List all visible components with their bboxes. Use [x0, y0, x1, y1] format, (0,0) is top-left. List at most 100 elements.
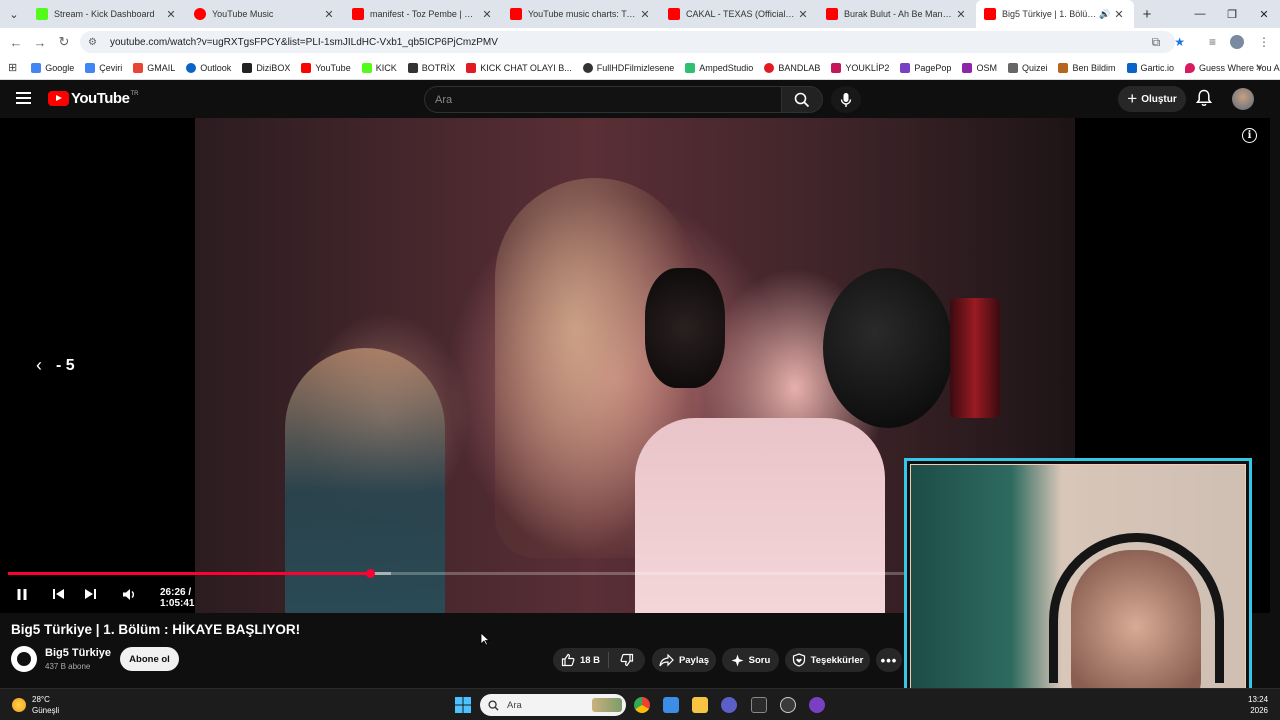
bookmark-gmail[interactable]: GMAIL	[133, 62, 175, 73]
forward-icon[interactable]: →	[28, 35, 52, 50]
youtube-logo[interactable]: YouTube TR	[48, 90, 138, 107]
bookmark-label: KICK CHAT OLAYI B...	[480, 62, 572, 73]
tab-close-icon[interactable]: ✕	[480, 8, 494, 21]
bookmark-label: PagePop	[914, 62, 952, 73]
tab-close-icon[interactable]: ✕	[1112, 8, 1126, 21]
tab-title: YouTube Music	[212, 9, 274, 19]
channel-avatar[interactable]	[11, 646, 37, 672]
pause-button[interactable]	[14, 582, 30, 606]
dislike-button[interactable]	[609, 653, 645, 667]
search-button[interactable]	[781, 86, 823, 113]
bookmark-ben-bildim[interactable]: Ben Bildim	[1058, 62, 1116, 73]
botrix-icon	[407, 62, 418, 73]
tab-close-icon[interactable]: ✕	[638, 8, 652, 21]
subscribe-button[interactable]: Abone ol	[120, 647, 179, 671]
menu-icon[interactable]	[16, 92, 31, 104]
bookmark-ceviri[interactable]: Çeviri	[85, 62, 122, 73]
bookmark-star-icon[interactable]: ★	[1174, 35, 1185, 49]
tab-burak-bulut[interactable]: Burak Bulut - Ah Be Manolya |( ✕	[818, 0, 976, 28]
bookmark-youklip[interactable]: YOUKLİP2	[831, 62, 889, 73]
tab-youtube-music[interactable]: YouTube Music ✕	[186, 0, 344, 28]
ask-button[interactable]: Soru	[722, 648, 779, 672]
tab-music-charts[interactable]: YouTube music charts: Turkey ✕	[502, 0, 660, 28]
kick-icon	[361, 62, 372, 73]
thanks-button[interactable]: Teşekkürler	[785, 648, 870, 672]
new-tab-button[interactable]: +	[1134, 6, 1160, 23]
account-avatar[interactable]	[1232, 88, 1254, 110]
browser-menu-icon[interactable]: ⋮	[1258, 35, 1270, 49]
create-label: Oluştur	[1141, 93, 1177, 105]
bookmark-google[interactable]: Google	[31, 62, 74, 73]
windows-start-icon[interactable]	[455, 697, 471, 713]
youtube-icon	[466, 62, 477, 73]
reload-icon[interactable]: ↻	[52, 34, 76, 50]
create-button[interactable]: + Oluştur	[1118, 86, 1186, 112]
tab-audio-icon[interactable]: 🔊	[1098, 9, 1112, 20]
tab-manifest[interactable]: manifest - Toz Pembe | Official ✕	[344, 0, 502, 28]
tab-close-icon[interactable]: ✕	[164, 8, 178, 21]
back-icon[interactable]: ←	[4, 35, 28, 50]
tab-close-icon[interactable]: ✕	[954, 8, 968, 21]
bookmark-amped[interactable]: AmpedStudio	[685, 62, 753, 73]
bookmark-kick[interactable]: KICK	[361, 62, 397, 73]
tab-title: CAKAL - TEXAS (Official Music	[686, 9, 796, 19]
notifications-button[interactable]	[1195, 89, 1213, 112]
bookmark-outlook[interactable]: Outlook	[186, 62, 231, 73]
steam-taskbar-icon[interactable]	[780, 697, 796, 713]
search-input[interactable]: Ara	[424, 86, 782, 113]
url-field[interactable]: ⚙ youtube.com/watch?v=ugRXTgsFPCY&list=P…	[80, 31, 1175, 53]
bookmark-kick-chat[interactable]: KICK CHAT OLAYI B...	[466, 62, 572, 73]
tab-close-icon[interactable]: ✕	[322, 8, 336, 21]
tab-kick-dashboard[interactable]: Stream - Kick Dashboard ✕	[28, 0, 186, 28]
restore-icon[interactable]: ❐	[1216, 0, 1248, 28]
scrubber-handle[interactable]	[365, 569, 375, 578]
bookmark-guess-where[interactable]: Guess Where You Are	[1185, 62, 1280, 73]
close-window-icon[interactable]: ✕	[1248, 0, 1280, 28]
next-button[interactable]	[82, 582, 98, 606]
taskbar-search[interactable]: Ara	[480, 694, 626, 716]
screen: ⌄ Stream - Kick Dashboard ✕ YouTube Musi…	[0, 0, 1280, 720]
info-icon[interactable]: i	[1242, 128, 1257, 143]
translate-icon	[85, 62, 96, 73]
volume-button[interactable]	[120, 582, 138, 606]
tab-search-icon[interactable]: ⌄	[0, 0, 28, 28]
file-explorer-taskbar-icon[interactable]	[692, 697, 708, 713]
previous-button[interactable]	[50, 582, 66, 606]
bookmark-gartic[interactable]: Gartic.io	[1126, 62, 1174, 73]
teams-taskbar-icon[interactable]	[721, 697, 737, 713]
voice-search-button[interactable]	[831, 86, 861, 113]
bookmark-osm[interactable]: OSM	[962, 62, 997, 73]
install-app-icon[interactable]: ⧉	[1152, 35, 1161, 50]
progress-bar[interactable]	[8, 569, 908, 578]
tab-big5-active[interactable]: Big5 Türkiye | 1. Bölüm : Hİ 🔊 ✕	[976, 0, 1134, 28]
weather-widget[interactable]: 28°C Güneşli	[12, 694, 59, 716]
bookmark-label: YouTube	[315, 62, 351, 73]
photos-taskbar-icon[interactable]	[663, 697, 679, 713]
channel-name[interactable]: Big5 Türkiye	[45, 647, 111, 659]
bookmark-botrix[interactable]: BOTRİX	[407, 62, 455, 73]
bookmark-youtube[interactable]: YouTube	[301, 62, 351, 73]
like-button[interactable]: 18 B	[553, 652, 609, 668]
twitch-taskbar-icon[interactable]	[809, 697, 825, 713]
apps-grid-icon[interactable]: ⊞	[8, 61, 17, 74]
system-clock[interactable]: 13:24 2026	[1248, 694, 1268, 716]
chrome-taskbar-icon[interactable]	[634, 697, 650, 713]
more-actions-button[interactable]: •••	[876, 648, 902, 672]
bookmark-bandlab[interactable]: BANDLAB	[764, 62, 820, 73]
youtube-icon	[301, 62, 312, 73]
tab-close-icon[interactable]: ✕	[796, 8, 810, 21]
share-button[interactable]: Paylaş	[652, 648, 716, 672]
tab-title: Big5 Türkiye | 1. Bölüm : Hİ	[1002, 9, 1098, 19]
minimize-icon[interactable]: —	[1184, 0, 1216, 28]
bookmark-fullhd[interactable]: FullHDFilmizlesene	[582, 62, 674, 73]
browser-profile-avatar[interactable]	[1230, 35, 1244, 49]
media-controls-icon[interactable]: ≡	[1209, 35, 1216, 49]
bookmark-dizibox[interactable]: DiziBOX	[242, 62, 290, 73]
epic-games-taskbar-icon[interactable]	[751, 697, 767, 713]
tab-cakal-texas[interactable]: CAKAL - TEXAS (Official Music ✕	[660, 0, 818, 28]
video-studio-microphone	[950, 298, 1000, 418]
bookmarks-overflow-icon[interactable]: »	[1256, 62, 1262, 74]
bookmark-pagepop[interactable]: PagePop	[900, 62, 952, 73]
bookmark-quizei[interactable]: Quizei	[1007, 62, 1047, 73]
site-info-icon[interactable]: ⚙	[88, 37, 102, 48]
